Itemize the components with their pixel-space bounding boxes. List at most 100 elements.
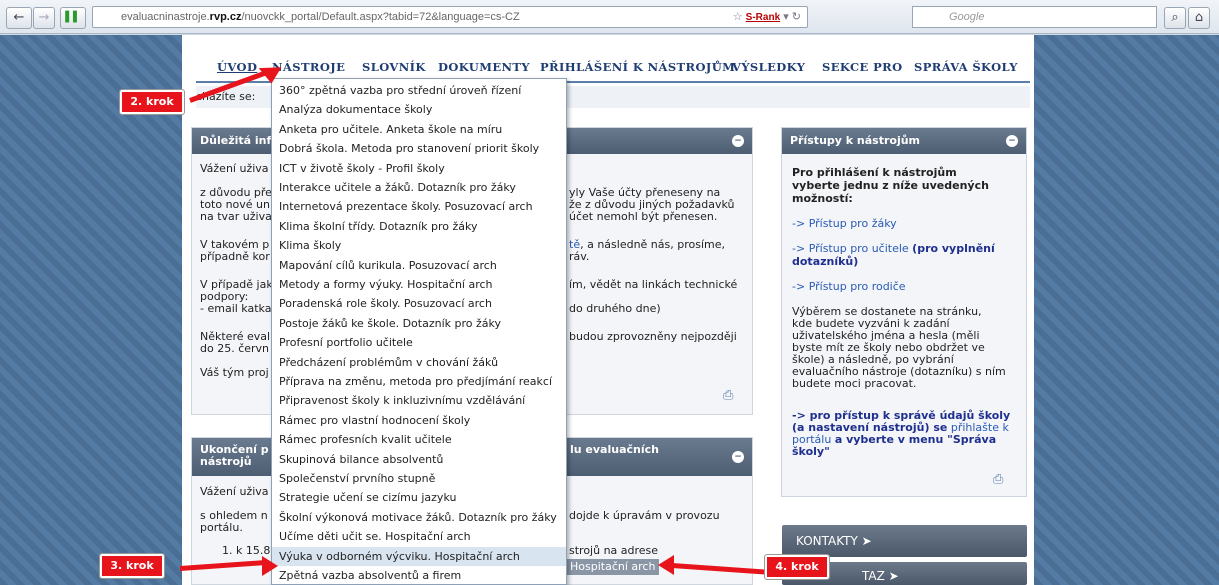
signal-icon: ▌▌	[60, 7, 86, 29]
krok4-label: 4. krok	[764, 554, 830, 580]
dropdown-item[interactable]: Klima školní třídy. Dotazník pro žáky	[272, 217, 566, 236]
star-icon[interactable]: ☆	[733, 11, 743, 23]
p2-l1: Vážení uživa	[200, 485, 269, 498]
back-button[interactable]: ←	[6, 7, 32, 29]
p2-r2a: dojde k úpravám v provozu	[569, 509, 720, 522]
dropdown-item[interactable]: Postoje žáků ke škole. Dotazník pro žáky	[272, 314, 566, 333]
dropdown-item[interactable]: Předcházení problémům v chování žáků	[272, 353, 566, 372]
dropdown-item[interactable]: 360° zpětná vazba pro střední úroveň říz…	[272, 81, 566, 100]
rp-arrow: ->	[792, 280, 806, 293]
dropdown-item[interactable]: Školní výkonová motivace žáků. Dotazník …	[272, 508, 566, 527]
arrow-head-krok4	[658, 555, 674, 575]
link-pristup-ucitele[interactable]: Přístup pro učitele	[809, 242, 909, 255]
dropdown-item[interactable]: Metody a formy výuky. Hospitační arch	[272, 275, 566, 294]
dropdown-item[interactable]: Rámec profesních kvalit učitele	[272, 430, 566, 449]
access-panel-header: Přístupy k nástrojům −	[782, 128, 1026, 154]
kontakty-button[interactable]: KONTAKTY ➤	[782, 525, 1027, 557]
reload-icon[interactable]: ↻	[792, 11, 801, 23]
dropdown-item[interactable]: Výuka v odborném výcviku. Hospitační arc…	[272, 546, 566, 566]
url-domain: rvp.cz	[209, 11, 242, 23]
access-panel-title: Přístupy k nástrojům	[790, 134, 921, 147]
p1-l1: Vážení uživa	[200, 162, 269, 175]
p2-r3: strojů na adrese	[569, 544, 659, 557]
p1-r2c: účet nemohl být přenesen.	[569, 210, 718, 223]
dropdown-item[interactable]: Zpětná vazba absolventů a firem	[272, 566, 566, 585]
print-icon[interactable]: ⎙	[993, 473, 1003, 486]
dropdown-item[interactable]: Rámec pro vlastní hodnocení školy	[272, 411, 566, 430]
rp-ucitele-note2: dotazníků)	[792, 255, 859, 268]
nav-slovnik[interactable]: SLOVNÍK	[362, 60, 426, 74]
url-bar-right: ☆ S-Rank ▾ ↻	[733, 7, 801, 27]
search-input[interactable]: Google	[912, 6, 1157, 28]
dropdown-item[interactable]: Učíme děti učit se. Hospitační arch	[272, 527, 566, 546]
nav-prihlaseni[interactable]: PŘIHLÁŠENÍ K NÁSTROJŮM	[540, 60, 735, 74]
address-bar[interactable]: evaluacninastroje.rvp.cz/nuovckk_portal/…	[92, 6, 808, 28]
p1-r3a: tě, a následně nás, prosíme,	[569, 239, 725, 251]
panel-title: Důležitá inf	[200, 134, 272, 147]
rp-intro2: vyberte jednu z níže uvedených	[792, 179, 989, 192]
p1-r3a-text: , a následně nás, prosíme,	[580, 238, 726, 251]
kontakty-label: KONTAKTY	[796, 534, 858, 548]
rp-ucitele-note: (pro vyplnění	[912, 242, 995, 255]
collapse-icon[interactable]: −	[732, 451, 744, 463]
nav-dokumenty[interactable]: DOKUMENTY	[438, 60, 530, 74]
browser-toolbar: ← → ▌▌ evaluacninastroje.rvp.cz/nuovckk_…	[0, 0, 1219, 34]
p2-r4[interactable]: Hospitační arch	[566, 559, 660, 575]
p1-r5a: budou zprovozněny nejpozději	[569, 330, 737, 343]
rp-intro1: Pro přihlášení k nástrojům	[792, 166, 957, 179]
url-path: /nuovckk_portal/Default.aspx?tabid=72&la…	[241, 11, 520, 23]
dropdown-item[interactable]: Anketa pro učitele. Anketa škole na míru	[272, 120, 566, 139]
p1-r4a: ím, vědět na linkách technické	[569, 278, 738, 291]
dropdown-item[interactable]: Internetová prezentace školy. Posuzovací…	[272, 197, 566, 216]
rp-rodice: -> Přístup pro rodiče	[792, 281, 906, 293]
p1-r3b: ráv.	[569, 250, 590, 263]
dropdown-item[interactable]: Interakce učitele a žáků. Dotazník pro ž…	[272, 178, 566, 197]
dropdown-item[interactable]: Strategie učení se cizímu jazyku	[272, 488, 566, 507]
panel2-title-r: lu evaluačních	[570, 443, 659, 456]
p1-l4c: - email katka	[200, 302, 272, 315]
rp-arrow: ->	[792, 242, 806, 255]
dropdown-item[interactable]: Analýza dokumentace školy	[272, 100, 566, 119]
home-icon[interactable]: ⌂	[1188, 7, 1210, 29]
p2-l2b: portálu.	[200, 521, 243, 534]
krok3-label: 3. krok	[99, 553, 165, 579]
print-icon[interactable]: ⎙	[723, 389, 733, 402]
collapse-icon[interactable]: −	[732, 135, 744, 147]
nav-vysledky[interactable]: VÝSLEDKY	[732, 60, 805, 74]
dropdown-item[interactable]: Připravenost školy k inkluzivnímu vzdělá…	[272, 391, 566, 410]
dropdown-item[interactable]: ICT v životě školy - Profil školy	[272, 159, 566, 178]
link-pristup-zaky[interactable]: Přístup pro žáky	[809, 217, 897, 230]
nav-sekce[interactable]: SEKCE PRO	[822, 60, 903, 74]
search-placeholder: Google	[949, 11, 985, 23]
nastroje-dropdown-menu: 360° zpětná vazba pro střední úroveň říz…	[271, 78, 567, 585]
dropdown-item[interactable]: Příprava na změnu, metoda pro předjímání…	[272, 372, 566, 391]
p1-l5b: do 25. červn	[200, 342, 270, 355]
link-pristup-rodice[interactable]: Přístup pro rodiče	[809, 280, 906, 293]
arrow-right-icon: ➤	[888, 569, 899, 583]
p1-l2c: na tvar uživa	[200, 210, 272, 223]
search-icon[interactable]: ⌕	[1164, 7, 1186, 29]
srank-link[interactable]: S-Rank	[746, 12, 780, 23]
dropdown-item[interactable]: Klima školy	[272, 236, 566, 255]
dropdown-item[interactable]: Mapování cílů kurikula. Posuzovací arch	[272, 256, 566, 275]
rp-ucitele: -> Přístup pro učitele (pro vyplnění	[792, 243, 995, 255]
rp-admin3b: a vyberte v menu "Správa	[834, 433, 997, 446]
rp-admin4: školy"	[792, 445, 830, 458]
dropdown-item[interactable]: Společenství prvního stupně	[272, 469, 566, 488]
dropdown-item[interactable]: Profesní portfolio učitele	[272, 333, 566, 352]
p1-r4c: do druhého dne)	[569, 302, 661, 315]
dropdown-item[interactable]: Dobrá škola. Metoda pro stanovení priori…	[272, 139, 566, 158]
rp-desc7: budete moci pracovat.	[792, 377, 917, 390]
collapse-icon[interactable]: −	[1006, 135, 1018, 147]
p1-l6: Váš tým proj	[200, 366, 269, 379]
rp-intro3: možností:	[792, 192, 853, 205]
arrow-right-icon: ➤	[861, 534, 872, 548]
krok2-label: 2. krok	[119, 89, 185, 115]
dropdown-icon[interactable]: ▾	[783, 11, 789, 23]
p1-l3b: případně kor	[200, 250, 270, 263]
nav-uvod[interactable]: ÚVOD	[217, 60, 257, 74]
dropdown-item[interactable]: Skupinová bilance absolventů	[272, 450, 566, 469]
forward-button[interactable]: →	[33, 7, 55, 29]
nav-sprava[interactable]: SPRÁVA ŠKOLY	[914, 60, 1018, 74]
dropdown-item[interactable]: Poradenská role školy. Posuzovací arch	[272, 294, 566, 313]
